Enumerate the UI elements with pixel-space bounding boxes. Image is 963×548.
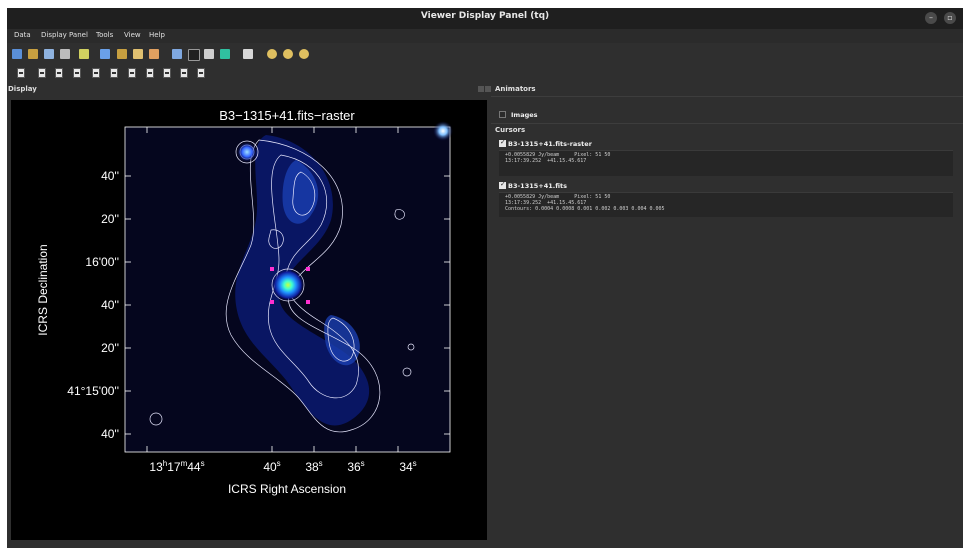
mouse-tool-7-icon[interactable] bbox=[128, 68, 136, 78]
adjust-icon[interactable] bbox=[117, 49, 127, 59]
restore-button[interactable]: ▫ bbox=[944, 12, 956, 24]
mouse-tool-2-icon[interactable] bbox=[38, 68, 46, 78]
mouse-tool-8-icon[interactable] bbox=[146, 68, 154, 78]
open-data-icon[interactable] bbox=[12, 49, 22, 59]
radio-map-plot: B3−1315+41.fits−raster ICRS Right Ascens… bbox=[36, 108, 453, 496]
panel-options-icon[interactable] bbox=[60, 49, 70, 59]
region-icon[interactable] bbox=[172, 49, 182, 59]
cursor-contour-readout: +0.0055829 Jy/beam Pixel: 51 50 13:17:39… bbox=[499, 192, 953, 217]
mouse-tool-11-icon[interactable] bbox=[197, 68, 205, 78]
copy-panel-icon[interactable] bbox=[44, 49, 54, 59]
mouse-tools-toolbar bbox=[7, 66, 963, 84]
print-icon[interactable] bbox=[149, 49, 159, 59]
plot-title: B3−1315+41.fits−raster bbox=[219, 108, 355, 123]
y-tick-label: 41°15'00'' bbox=[67, 384, 119, 398]
dock-float-button[interactable] bbox=[478, 86, 484, 92]
contour-levels-line: Contours: 0.0004 0.0008 0.001 0.002 0.00… bbox=[505, 206, 665, 212]
mouse-tool-1-icon[interactable] bbox=[17, 68, 25, 78]
cursor-contour-name: B3-1315+41.fits bbox=[508, 182, 568, 190]
mouse-tool-9-icon[interactable] bbox=[163, 68, 171, 78]
x-axis-label: ICRS Right Ascension bbox=[228, 482, 346, 496]
zoom-in-icon[interactable] bbox=[267, 49, 277, 59]
viewer-window: Viewer Display Panel (tq) – ▫ Data Displ… bbox=[7, 8, 963, 548]
y-tick-label: 16'00'' bbox=[85, 255, 119, 269]
y-tick-label: 40'' bbox=[101, 298, 119, 312]
x-tick-label: 40s bbox=[263, 459, 280, 474]
save-icon[interactable] bbox=[133, 49, 143, 59]
cursor-contour-checkbox[interactable] bbox=[499, 180, 506, 189]
shape-icon[interactable] bbox=[188, 49, 200, 61]
close-panel-icon[interactable] bbox=[79, 49, 89, 59]
mouse-tool-6-icon[interactable] bbox=[110, 68, 118, 78]
colorbar-icon[interactable] bbox=[220, 49, 230, 59]
images-checkbox[interactable] bbox=[499, 111, 506, 118]
x-tick-label: 36s bbox=[347, 459, 364, 474]
main-toolbar bbox=[7, 45, 963, 63]
menu-bar: Data Display Panel Tools View Help bbox=[7, 29, 963, 43]
menu-tools[interactable]: Tools bbox=[96, 31, 113, 39]
y-tick-label: 40'' bbox=[101, 169, 119, 183]
erase-icon[interactable] bbox=[243, 49, 253, 59]
mouse-tool-10-icon[interactable] bbox=[180, 68, 188, 78]
x-tick-label: 38s bbox=[305, 459, 322, 474]
images-label: Images bbox=[511, 111, 538, 119]
display-dock-title: Display bbox=[8, 85, 37, 93]
menu-data[interactable]: Data bbox=[14, 31, 31, 39]
menu-view[interactable]: View bbox=[124, 31, 141, 39]
mouse-tool-5-icon[interactable] bbox=[92, 68, 100, 78]
cursor-raster-name: B3-1315+41.fits-raster bbox=[508, 140, 592, 148]
animators-header[interactable]: Animators bbox=[495, 85, 536, 93]
menu-display-panel[interactable]: Display Panel bbox=[41, 31, 88, 39]
wrench-icon[interactable] bbox=[28, 49, 38, 59]
y-tick-label: 40'' bbox=[101, 427, 119, 441]
cursor-position-line: 13:17:39.252 +41.15.45.617 bbox=[505, 158, 587, 164]
cursor-raster-checkbox[interactable] bbox=[499, 138, 506, 147]
new-panel-icon[interactable] bbox=[100, 49, 110, 59]
side-panel: Animators Images Cursors B3-1315+41.fits… bbox=[491, 83, 963, 548]
minimize-button[interactable]: – bbox=[925, 12, 937, 24]
x-tick-label: 13h17m44s bbox=[149, 459, 204, 474]
cursor-raster-readout: +0.0055829 Jy/beam Pixel: 51 50 13:17:39… bbox=[499, 150, 953, 176]
window-title: Viewer Display Panel (tq) bbox=[420, 11, 550, 21]
zoom-out-icon[interactable] bbox=[283, 49, 293, 59]
title-bar: Viewer Display Panel (tq) – ▫ bbox=[7, 8, 963, 29]
y-tick-label: 20'' bbox=[101, 212, 119, 226]
display-canvas[interactable]: B3−1315+41.fits−raster ICRS Right Ascens… bbox=[11, 100, 487, 540]
corner-source bbox=[433, 121, 453, 141]
mouse-tool-3-icon[interactable] bbox=[55, 68, 63, 78]
cursors-header[interactable]: Cursors bbox=[495, 126, 525, 134]
north-source bbox=[237, 142, 257, 162]
core-source bbox=[272, 269, 304, 301]
mouse-tool-4-icon[interactable] bbox=[73, 68, 81, 78]
zoom-fit-icon[interactable] bbox=[299, 49, 309, 59]
y-tick-label: 20'' bbox=[101, 341, 119, 355]
menu-help[interactable]: Help bbox=[149, 31, 165, 39]
image-icon[interactable] bbox=[204, 49, 214, 59]
x-tick-label: 34s bbox=[399, 459, 416, 474]
y-axis-label: ICRS Declination bbox=[36, 244, 50, 335]
